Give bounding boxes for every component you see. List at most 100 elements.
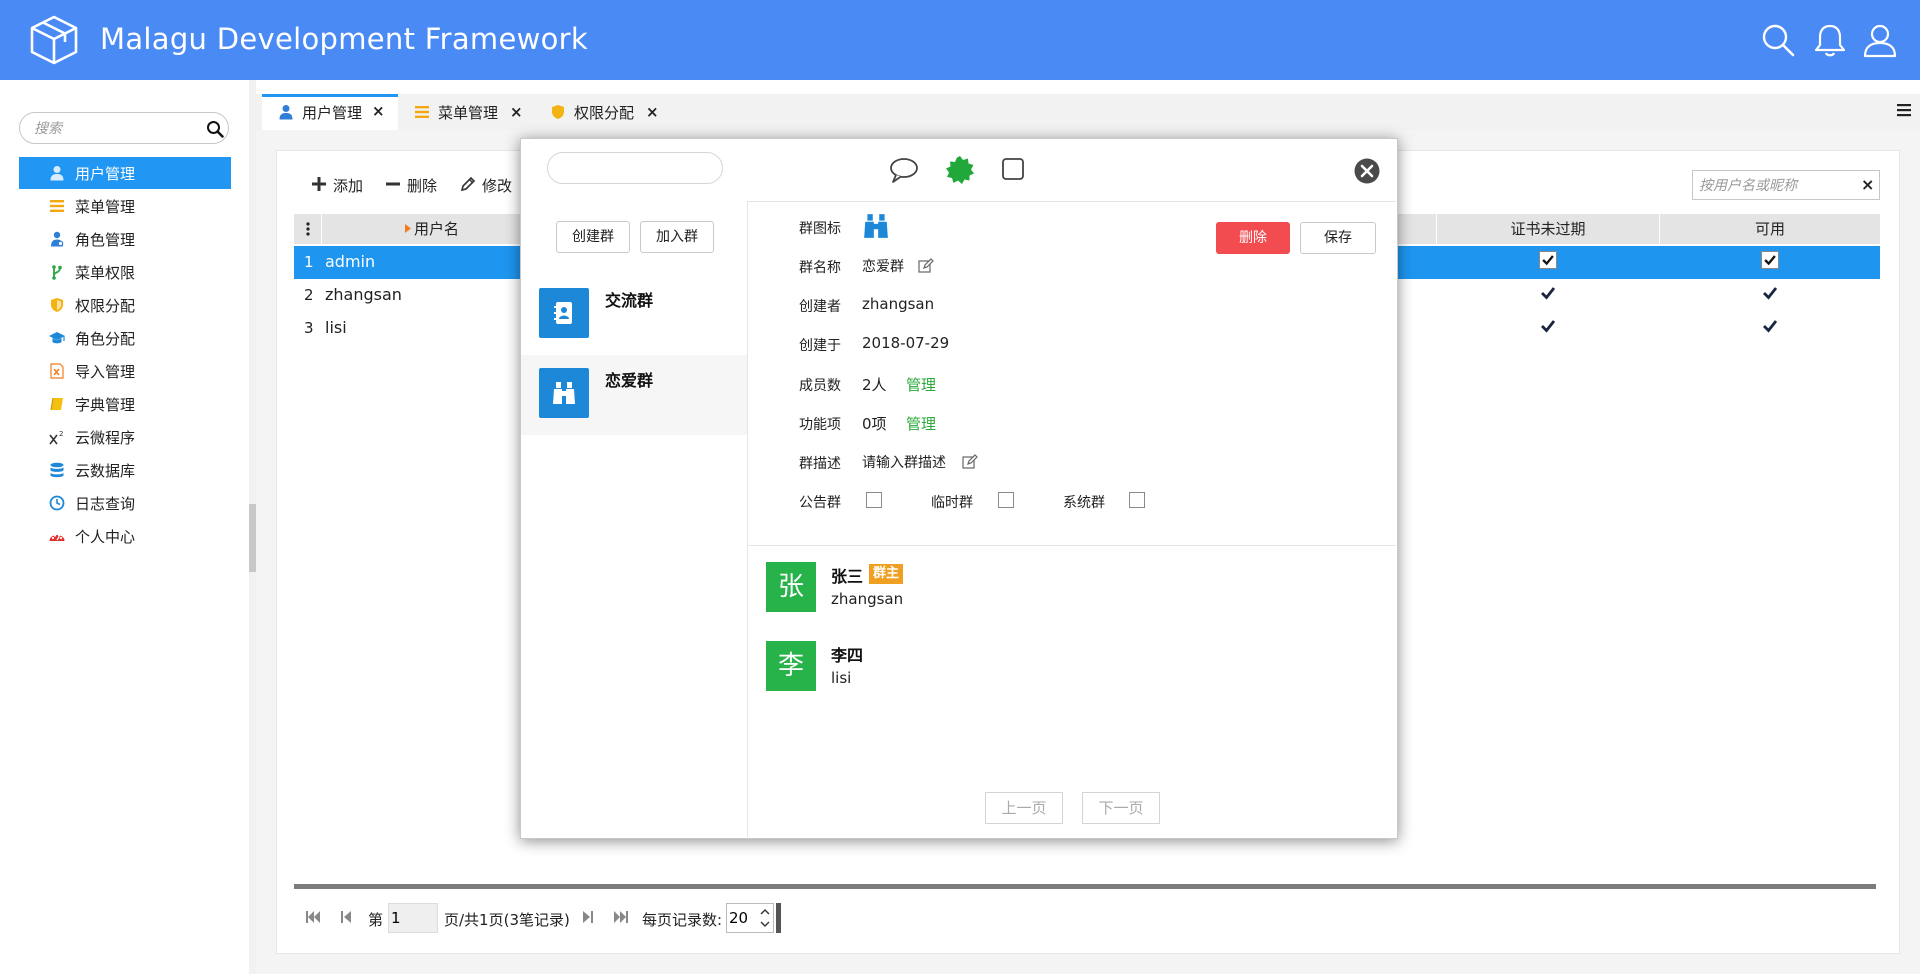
tab-user-management[interactable]: 用户管理 × <box>262 94 398 130</box>
user-search-input[interactable] <box>1697 176 1851 196</box>
excel-file-icon <box>50 363 64 379</box>
tab-close-icon[interactable]: × <box>372 102 385 120</box>
page-prefix: 第 <box>368 911 384 929</box>
enabled-checkbox[interactable] <box>1761 284 1779 302</box>
sidebar-item-dictionary[interactable]: 字典管理 <box>19 388 231 420</box>
column-header-enabled[interactable]: 可用 <box>1660 214 1880 244</box>
member-name: 李四 <box>831 646 864 665</box>
public-group-checkbox[interactable] <box>866 492 882 508</box>
sidebar-item-permission-assign[interactable]: 权限分配 <box>19 289 231 321</box>
add-button[interactable]: 添加 <box>311 174 371 196</box>
save-group-button[interactable]: 保存 <box>1300 222 1376 254</box>
sidebar-item-role-assign[interactable]: 角色分配 <box>19 322 231 354</box>
delete-button-label: 删除 <box>407 177 438 195</box>
superscript-icon: 2 <box>49 430 63 445</box>
next-page-icon[interactable] <box>578 908 596 926</box>
sidebar-item-label: 角色管理 <box>75 231 136 249</box>
edit-button[interactable]: 修改 <box>460 174 520 196</box>
dialog-search-input[interactable] <box>562 159 714 179</box>
contact-book-icon <box>554 302 572 324</box>
group-avatar <box>539 288 589 338</box>
search-icon[interactable] <box>1760 22 1796 58</box>
system-group-checkbox[interactable] <box>1129 492 1145 508</box>
owner-badge: 群主 <box>869 564 904 584</box>
row-username: zhangsan <box>325 285 402 304</box>
square-icon[interactable] <box>997 154 1029 186</box>
sidebar-item-cloud-micro[interactable]: 2 云微程序 <box>19 421 231 453</box>
close-icon[interactable] <box>1354 158 1380 184</box>
sidebar-search-input[interactable] <box>32 118 196 140</box>
enabled-checkbox[interactable] <box>1761 317 1779 335</box>
avatar: 张 <box>766 562 816 612</box>
green-badge-icon[interactable] <box>944 154 976 186</box>
tab-menu-management[interactable]: 菜单管理 × <box>398 94 534 130</box>
manage-functions-link[interactable]: 管理 <box>906 413 936 434</box>
sidebar-item-log-query[interactable]: 日志查询 <box>19 487 231 519</box>
tab-label: 菜单管理 <box>438 104 499 122</box>
sort-indicator-icon <box>405 224 411 233</box>
sidebar-item-label: 字典管理 <box>75 396 136 414</box>
user-icon <box>50 166 64 181</box>
column-menu-icon[interactable] <box>302 221 314 237</box>
users-role-icon <box>51 231 64 247</box>
sidebar-item-cloud-database[interactable]: 云数据库 <box>19 454 231 486</box>
manage-members-link[interactable]: 管理 <box>906 374 936 395</box>
functions-label: 功能项 <box>799 417 841 433</box>
first-page-icon[interactable] <box>304 908 322 926</box>
group-list-item[interactable]: 恋爱群 <box>521 355 747 435</box>
tab-menu-icon[interactable] <box>1896 102 1912 118</box>
search-icon[interactable] <box>206 120 224 138</box>
sidebar-item-label: 日志查询 <box>75 495 136 513</box>
create-group-button[interactable]: 创建群 <box>556 221 630 253</box>
column-header-cert[interactable]: 证书未过期 <box>1437 214 1659 244</box>
sidebar-item-label: 菜单权限 <box>75 264 136 282</box>
created-label: 创建于 <box>799 338 841 354</box>
members-value: 2人 <box>862 376 887 394</box>
tab-close-icon[interactable]: × <box>646 103 659 121</box>
tab-close-icon[interactable]: × <box>510 103 523 121</box>
avatar: 李 <box>766 641 816 691</box>
cert-checkbox[interactable] <box>1539 317 1557 335</box>
dialog-divider <box>748 545 1396 546</box>
column-header-username[interactable]: 用户名 <box>414 214 484 244</box>
delete-button[interactable]: 删除 <box>385 174 445 196</box>
delete-group-button[interactable]: 删除 <box>1216 222 1290 254</box>
cert-checkbox[interactable] <box>1539 284 1557 302</box>
page-size-scroll-bar <box>776 903 781 933</box>
sidebar-item-menu-permission[interactable]: 菜单权限 <box>19 256 231 288</box>
tab-permission-assign[interactable]: 权限分配 × <box>534 94 670 130</box>
sidebar-item-user-management[interactable]: 用户管理 <box>19 157 231 189</box>
page-number-input[interactable] <box>388 903 438 933</box>
branch-icon <box>52 265 62 280</box>
sidebar-item-personal-center[interactable]: 个人中心 <box>19 520 231 552</box>
cert-checkbox[interactable] <box>1539 251 1557 269</box>
group-list-item[interactable]: 交流群 <box>521 275 747 355</box>
horizontal-scrollbar[interactable] <box>294 884 1876 889</box>
enabled-checkbox[interactable] <box>1761 251 1779 269</box>
clear-icon[interactable]: × <box>1861 175 1874 194</box>
last-page-icon[interactable] <box>612 908 630 926</box>
sidebar-item-menu-management[interactable]: 菜单管理 <box>19 190 231 222</box>
sidebar-scrollbar-thumb[interactable] <box>249 504 256 572</box>
temp-group-checkbox[interactable] <box>998 492 1014 508</box>
edit-icon[interactable] <box>962 454 978 470</box>
user-icon[interactable] <box>1862 22 1898 58</box>
prev-page-icon[interactable] <box>338 908 356 926</box>
svg-text:2: 2 <box>59 430 63 438</box>
row-number: 2 <box>304 286 314 304</box>
join-group-button[interactable]: 加入群 <box>640 221 714 253</box>
prev-page-button[interactable]: 上一页 <box>985 792 1063 824</box>
sidebar-item-label: 权限分配 <box>75 297 136 315</box>
sidebar-item-label: 云数据库 <box>75 462 136 480</box>
binoculars-icon[interactable] <box>862 212 890 240</box>
created-value: 2018-07-29 <box>862 334 950 352</box>
sidebar-item-role-management[interactable]: 角色管理 <box>19 223 231 255</box>
bell-icon[interactable] <box>1812 22 1848 58</box>
edit-icon[interactable] <box>918 258 934 274</box>
chat-bubble-icon[interactable] <box>888 154 920 186</box>
page-size-stepper-icon[interactable] <box>758 905 772 931</box>
sidebar-item-import-management[interactable]: 导入管理 <box>19 355 231 387</box>
members-label: 成员数 <box>799 378 841 394</box>
app-title: Malagu Development Framework <box>100 22 589 56</box>
next-page-button[interactable]: 下一页 <box>1082 792 1160 824</box>
